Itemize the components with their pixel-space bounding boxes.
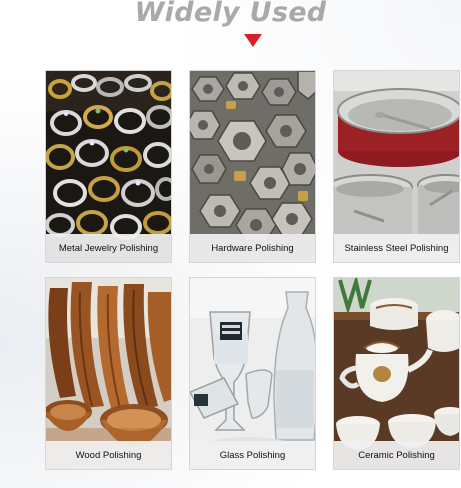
triangle-down-icon [244, 34, 262, 47]
card-caption: Ceramic Polishing [334, 441, 459, 469]
card-caption: Stainless Steel Polishing [334, 234, 459, 262]
card-label: Glass Polishing [219, 449, 286, 461]
application-card-hardware[interactable]: Hardware Polishing [189, 70, 316, 263]
application-card-ceramic[interactable]: Ceramic Polishing [333, 277, 460, 470]
card-caption: Glass Polishing [190, 441, 315, 469]
card-caption: Metal Jewelry Polishing [46, 234, 171, 262]
card-label: Wood Polishing [75, 449, 142, 461]
card-label: Stainless Steel Polishing [344, 242, 449, 254]
application-card-stainless-steel[interactable]: Stainless Steel Polishing [333, 70, 460, 263]
card-label: Hardware Polishing [211, 242, 294, 254]
card-caption: Wood Polishing [46, 441, 171, 469]
application-card-metal-jewelry[interactable]: Metal Jewelry Polishing [45, 70, 172, 263]
card-label: Metal Jewelry Polishing [58, 242, 159, 254]
section-title: Widely Used [134, 0, 327, 28]
application-card-wood[interactable]: Wood Polishing [45, 277, 172, 470]
application-card-glass[interactable]: Glass Polishing [189, 277, 316, 470]
card-label: Ceramic Polishing [358, 449, 435, 461]
card-caption: Hardware Polishing [190, 234, 315, 262]
